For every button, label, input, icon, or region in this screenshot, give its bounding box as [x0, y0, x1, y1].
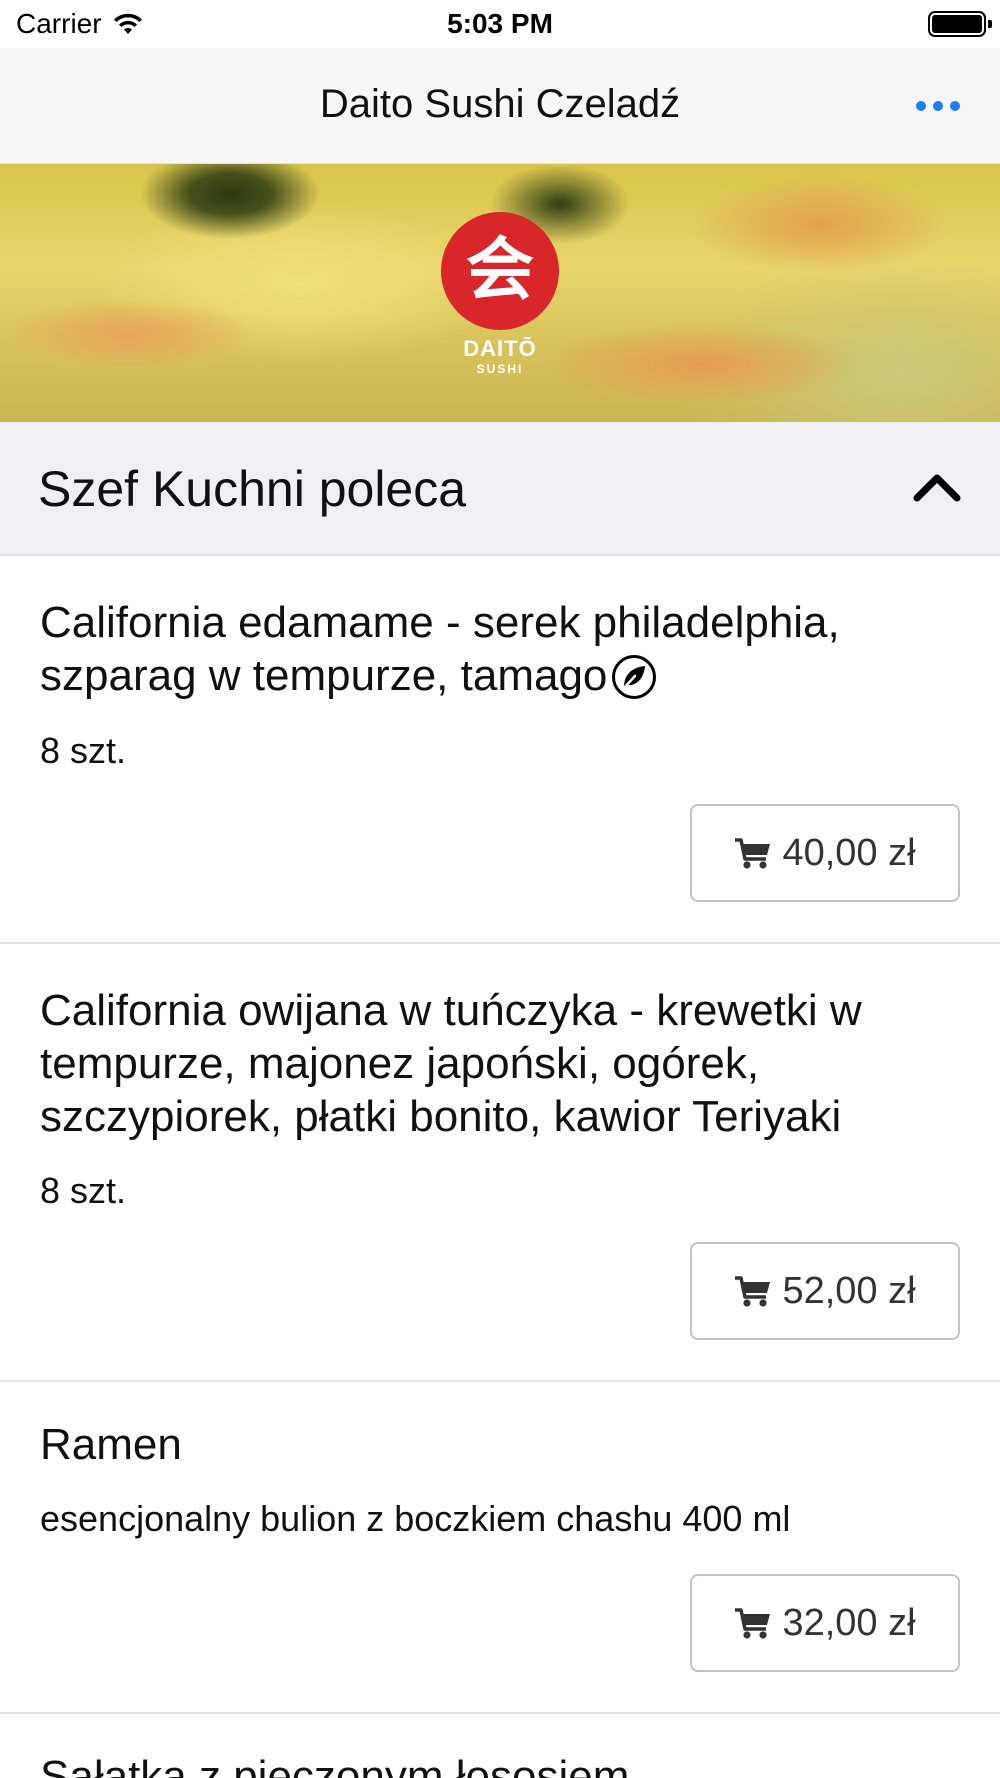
cart-icon — [735, 1276, 771, 1307]
item-price: 52,00 zł — [782, 1269, 916, 1312]
menu-item[interactable]: Ramen esencjonalny bulion z boczkiem cha… — [0, 1382, 1000, 1714]
item-description: esencjonalny bulion z boczkiem chashu 40… — [40, 1498, 791, 1539]
add-to-cart-button[interactable]: 40,00 zł — [690, 804, 960, 902]
more-icon-dot — [933, 101, 943, 111]
item-title: Sałatka z pieczonym łososiem — [40, 1752, 630, 1778]
menu-item[interactable]: Sałatka z pieczonym łososiem — [0, 1714, 1000, 1778]
logo-glyph: 会 — [465, 231, 534, 310]
leaf-icon — [612, 655, 657, 699]
more-icon-dot — [950, 101, 960, 111]
item-description: 8 szt. — [40, 1170, 127, 1211]
menu-item[interactable]: California owijana w tuńczyka - krewetki… — [0, 944, 1000, 1382]
item-title: Ramen — [40, 1420, 182, 1469]
logo-subtitle: SUSHI — [476, 362, 524, 376]
navigation-bar: Daito Sushi Czeladź — [0, 48, 1000, 164]
item-title: California edamame - serek philadelphia,… — [40, 596, 970, 702]
more-icon-dot — [916, 101, 926, 111]
menu-item[interactable]: California edamame - serek philadelphia,… — [0, 556, 1000, 944]
add-to-cart-button[interactable]: 52,00 zł — [690, 1242, 960, 1340]
item-price: 32,00 zł — [782, 1601, 916, 1644]
cart-icon — [735, 1608, 771, 1639]
logo-wordmark: DAITŌ — [463, 336, 537, 361]
add-to-cart-button[interactable]: 32,00 zł — [690, 1574, 960, 1672]
cart-icon — [735, 838, 771, 869]
more-button[interactable] — [916, 92, 960, 120]
battery-icon — [928, 11, 992, 37]
status-time: 5:03 PM — [447, 8, 553, 39]
section-header-szef-kuchni[interactable]: Szef Kuchni poleca — [0, 422, 1000, 556]
restaurant-logo: 会 — [441, 212, 559, 330]
section-title: Szef Kuchni poleca — [38, 461, 467, 517]
item-price: 40,00 zł — [782, 831, 916, 874]
item-description: 8 szt. — [40, 730, 127, 771]
item-title: California owijana w tuńczyka - krewetki… — [40, 986, 862, 1141]
item-title-text: California edamame - serek philadelphia,… — [40, 598, 840, 700]
chevron-up-icon[interactable] — [912, 466, 962, 506]
page-title: Daito Sushi Czeladź — [319, 82, 681, 126]
status-bar: Carrier 5:03 PM — [0, 0, 1000, 48]
